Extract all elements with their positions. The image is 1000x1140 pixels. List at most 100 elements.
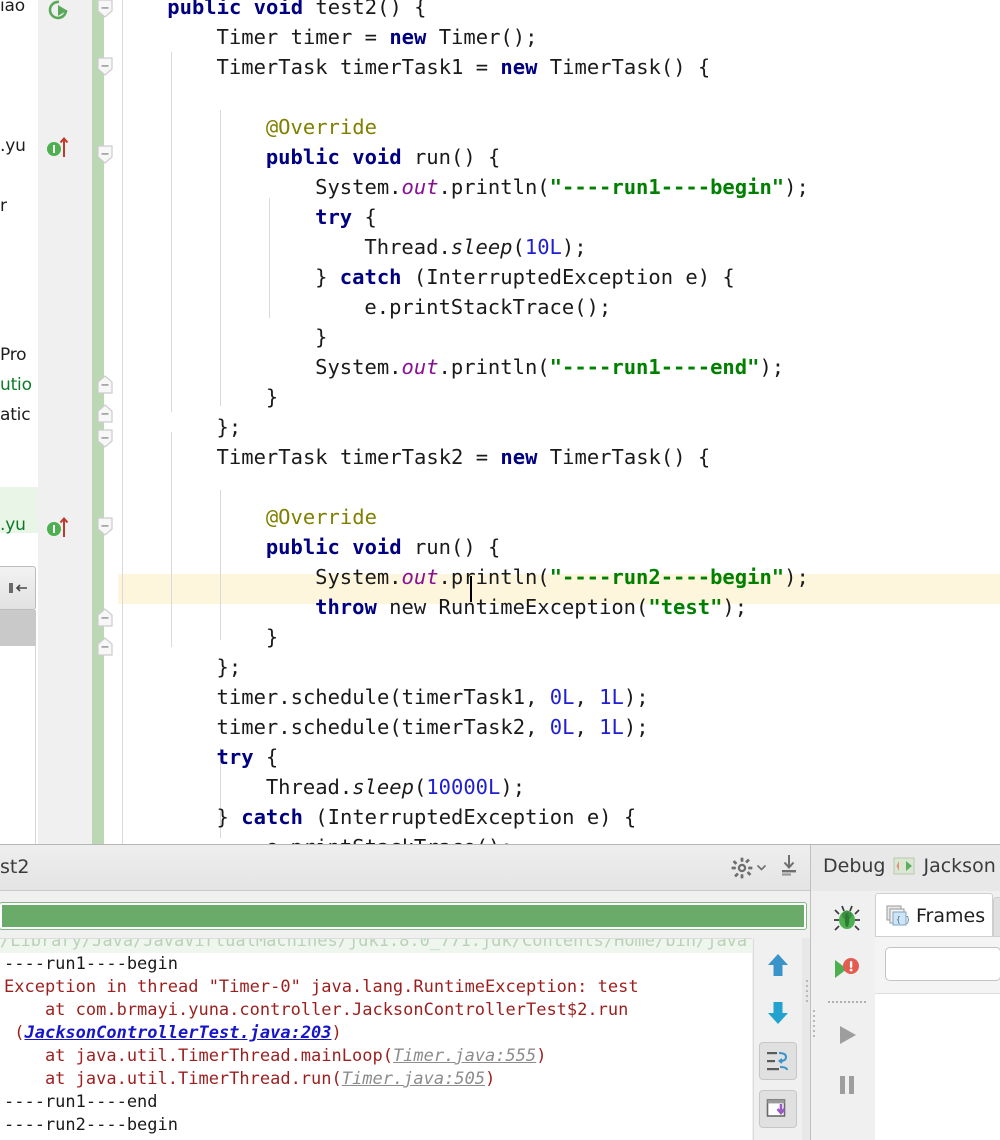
code-line[interactable]: System.out.println("----run1----begin");: [315, 172, 809, 202]
code-line[interactable]: try {: [315, 202, 377, 232]
console-text: /Library/Java/JavaVirtualMachines/jdk1.8…: [0, 938, 748, 951]
code-line[interactable]: timer.schedule(timerTask1, 0L, 1L);: [217, 682, 649, 712]
code-line[interactable]: Thread.sleep(10L);: [364, 232, 586, 262]
fold-collapse-icon[interactable]: [96, 0, 114, 18]
frames-icon: { }: [886, 905, 909, 925]
code-token: 10L: [524, 235, 562, 259]
project-tree-node[interactable]: r: [0, 196, 7, 216]
resume-program-button[interactable]: [825, 1015, 869, 1055]
fold-collapse-icon[interactable]: [96, 144, 114, 164]
fold-expand-icon[interactable]: [96, 404, 114, 424]
override-marker-icon: [47, 136, 69, 157]
fold-expand-icon-glyph: [97, 375, 113, 394]
code-token: }: [265, 385, 279, 409]
console-output-line: (JacksonControllerTest.java:203): [4, 1022, 342, 1045]
editor-gutter[interactable]: [38, 0, 92, 845]
code-line[interactable]: try {: [217, 742, 279, 772]
fold-expand-icon-glyph: [97, 608, 113, 627]
fold-expand-icon[interactable]: [96, 637, 114, 657]
console-text: at java.util.TimerThread.run(: [4, 1069, 342, 1089]
code-line[interactable]: }: [315, 322, 327, 352]
project-tree-node[interactable]: Pro: [0, 345, 27, 365]
code-line[interactable]: };: [217, 652, 242, 682]
console-splitter[interactable]: [802, 938, 810, 1140]
code-line[interactable]: Timer timer = new Timer();: [217, 22, 538, 52]
code-line[interactable]: TimerTask timerTask1 = new TimerTask() {: [217, 52, 711, 82]
project-tab-strip[interactable]: [0, 610, 36, 646]
code-line[interactable]: System.out.println("----run1----end");: [315, 352, 784, 382]
code-token: (InterruptedException e) {: [302, 805, 637, 829]
code-line[interactable]: System.out.println("----run2----begin");: [315, 562, 809, 592]
project-tool-window[interactable]: iao .yu r Pro utio atic .yu: [0, 0, 38, 845]
debug-tool-button[interactable]: [825, 899, 869, 939]
code-line[interactable]: }: [266, 382, 278, 412]
fold-collapse-icon[interactable]: [96, 516, 114, 536]
run-test-gutter-icon[interactable]: [44, 0, 74, 31]
project-tree-node[interactable]: .yu: [0, 136, 26, 156]
fold-collapse-icon-glyph: [97, 57, 113, 76]
override-marker-icon: [47, 516, 69, 537]
debug-tool-window: Debug Jackson {Frames: [810, 845, 1000, 1140]
fold-collapse-icon[interactable]: [96, 56, 114, 76]
console-output-line: Exception in thread "Timer-0" java.lang.…: [4, 976, 639, 999]
code-line[interactable]: TimerTask timerTask2 = new TimerTask() {: [217, 442, 711, 472]
code-token: .println(: [438, 565, 550, 589]
progress-strip: [0, 892, 810, 940]
chevron-down-icon: [757, 864, 766, 871]
view-breakpoints-button[interactable]: [825, 949, 869, 989]
tab-frames[interactable]: { } Frames: [875, 893, 993, 937]
pause-program-button[interactable]: [825, 1065, 869, 1105]
code-token: Thread.: [265, 775, 353, 799]
run-test-icon: [48, 0, 68, 20]
tab-variables-partial[interactable]: [993, 897, 1000, 937]
stacktrace-link[interactable]: JacksonControllerTest.java:203: [24, 1023, 331, 1043]
overriding-method-gutter-icon[interactable]: [46, 132, 72, 167]
run-progress-bar: [0, 902, 807, 930]
project-tree-node[interactable]: utio: [0, 375, 32, 395]
console-output[interactable]: /Library/Java/JavaVirtualMachines/jdk1.8…: [0, 938, 752, 1140]
hide-panel-button[interactable]: [0, 566, 36, 610]
settings-gear-button[interactable]: [730, 856, 766, 880]
hide-panel-icon: [8, 583, 27, 593]
code-line[interactable]: @Override: [266, 112, 377, 142]
code-text-area[interactable]: public void test2() {Timer timer = new T…: [118, 0, 1000, 845]
console-text: at com.brmayi.yuna.controller.JacksonCon…: [4, 1000, 629, 1020]
console-side-toolbar: [753, 938, 801, 1140]
code-line[interactable]: timer.schedule(timerTask2, 0L, 1L);: [217, 712, 649, 742]
project-tree-node[interactable]: atic: [0, 405, 31, 425]
fold-expand-icon[interactable]: [96, 608, 114, 628]
code-line[interactable]: e.printStackTrace();: [364, 292, 611, 322]
code-line[interactable]: public void run() {: [266, 142, 501, 172]
code-line[interactable]: }: [266, 622, 278, 652]
overriding-method-gutter-icon[interactable]: [46, 512, 72, 547]
soft-wrap-toggle-button[interactable]: [758, 1042, 797, 1080]
fold-expand-icon[interactable]: [96, 375, 114, 395]
thread-selector-combo[interactable]: [885, 947, 1000, 981]
project-tree-node[interactable]: .yu: [0, 515, 26, 535]
next-occurrence-button[interactable]: [759, 994, 797, 1032]
stacktrace-link[interactable]: Timer.java:505: [342, 1069, 485, 1089]
stacktrace-link[interactable]: Timer.java:555: [393, 1046, 536, 1066]
toolbar-separator: [828, 1001, 866, 1003]
code-line[interactable]: throw new RuntimeException("test");: [315, 592, 747, 622]
code-line[interactable]: public void test2() {: [167, 0, 426, 22]
code-folding-column[interactable]: [92, 0, 118, 845]
project-tree-node[interactable]: iao: [0, 0, 25, 16]
frames-list[interactable]: [875, 993, 1000, 1140]
run-configuration-label: st2: [0, 856, 30, 878]
code-token: TimerTask() {: [537, 55, 711, 79]
code-line[interactable]: };: [217, 412, 242, 442]
export-to-file-button[interactable]: [778, 853, 800, 882]
code-line[interactable]: } catch (InterruptedException e) {: [315, 262, 735, 292]
code-token: out: [401, 175, 439, 199]
code-line[interactable]: Thread.sleep(10000L);: [266, 772, 525, 802]
project-panel-empty-area: [0, 646, 36, 845]
code-line[interactable]: public void run() {: [266, 532, 501, 562]
debug-splitter[interactable]: [811, 1003, 817, 1043]
prev-occurrence-button[interactable]: [759, 946, 797, 984]
code-line[interactable]: } catch (InterruptedException e) {: [217, 802, 637, 832]
indent-guide: [122, 0, 123, 845]
code-line[interactable]: @Override: [266, 502, 377, 532]
scroll-to-end-button[interactable]: [758, 1090, 797, 1128]
fold-collapse-icon[interactable]: [96, 428, 114, 448]
